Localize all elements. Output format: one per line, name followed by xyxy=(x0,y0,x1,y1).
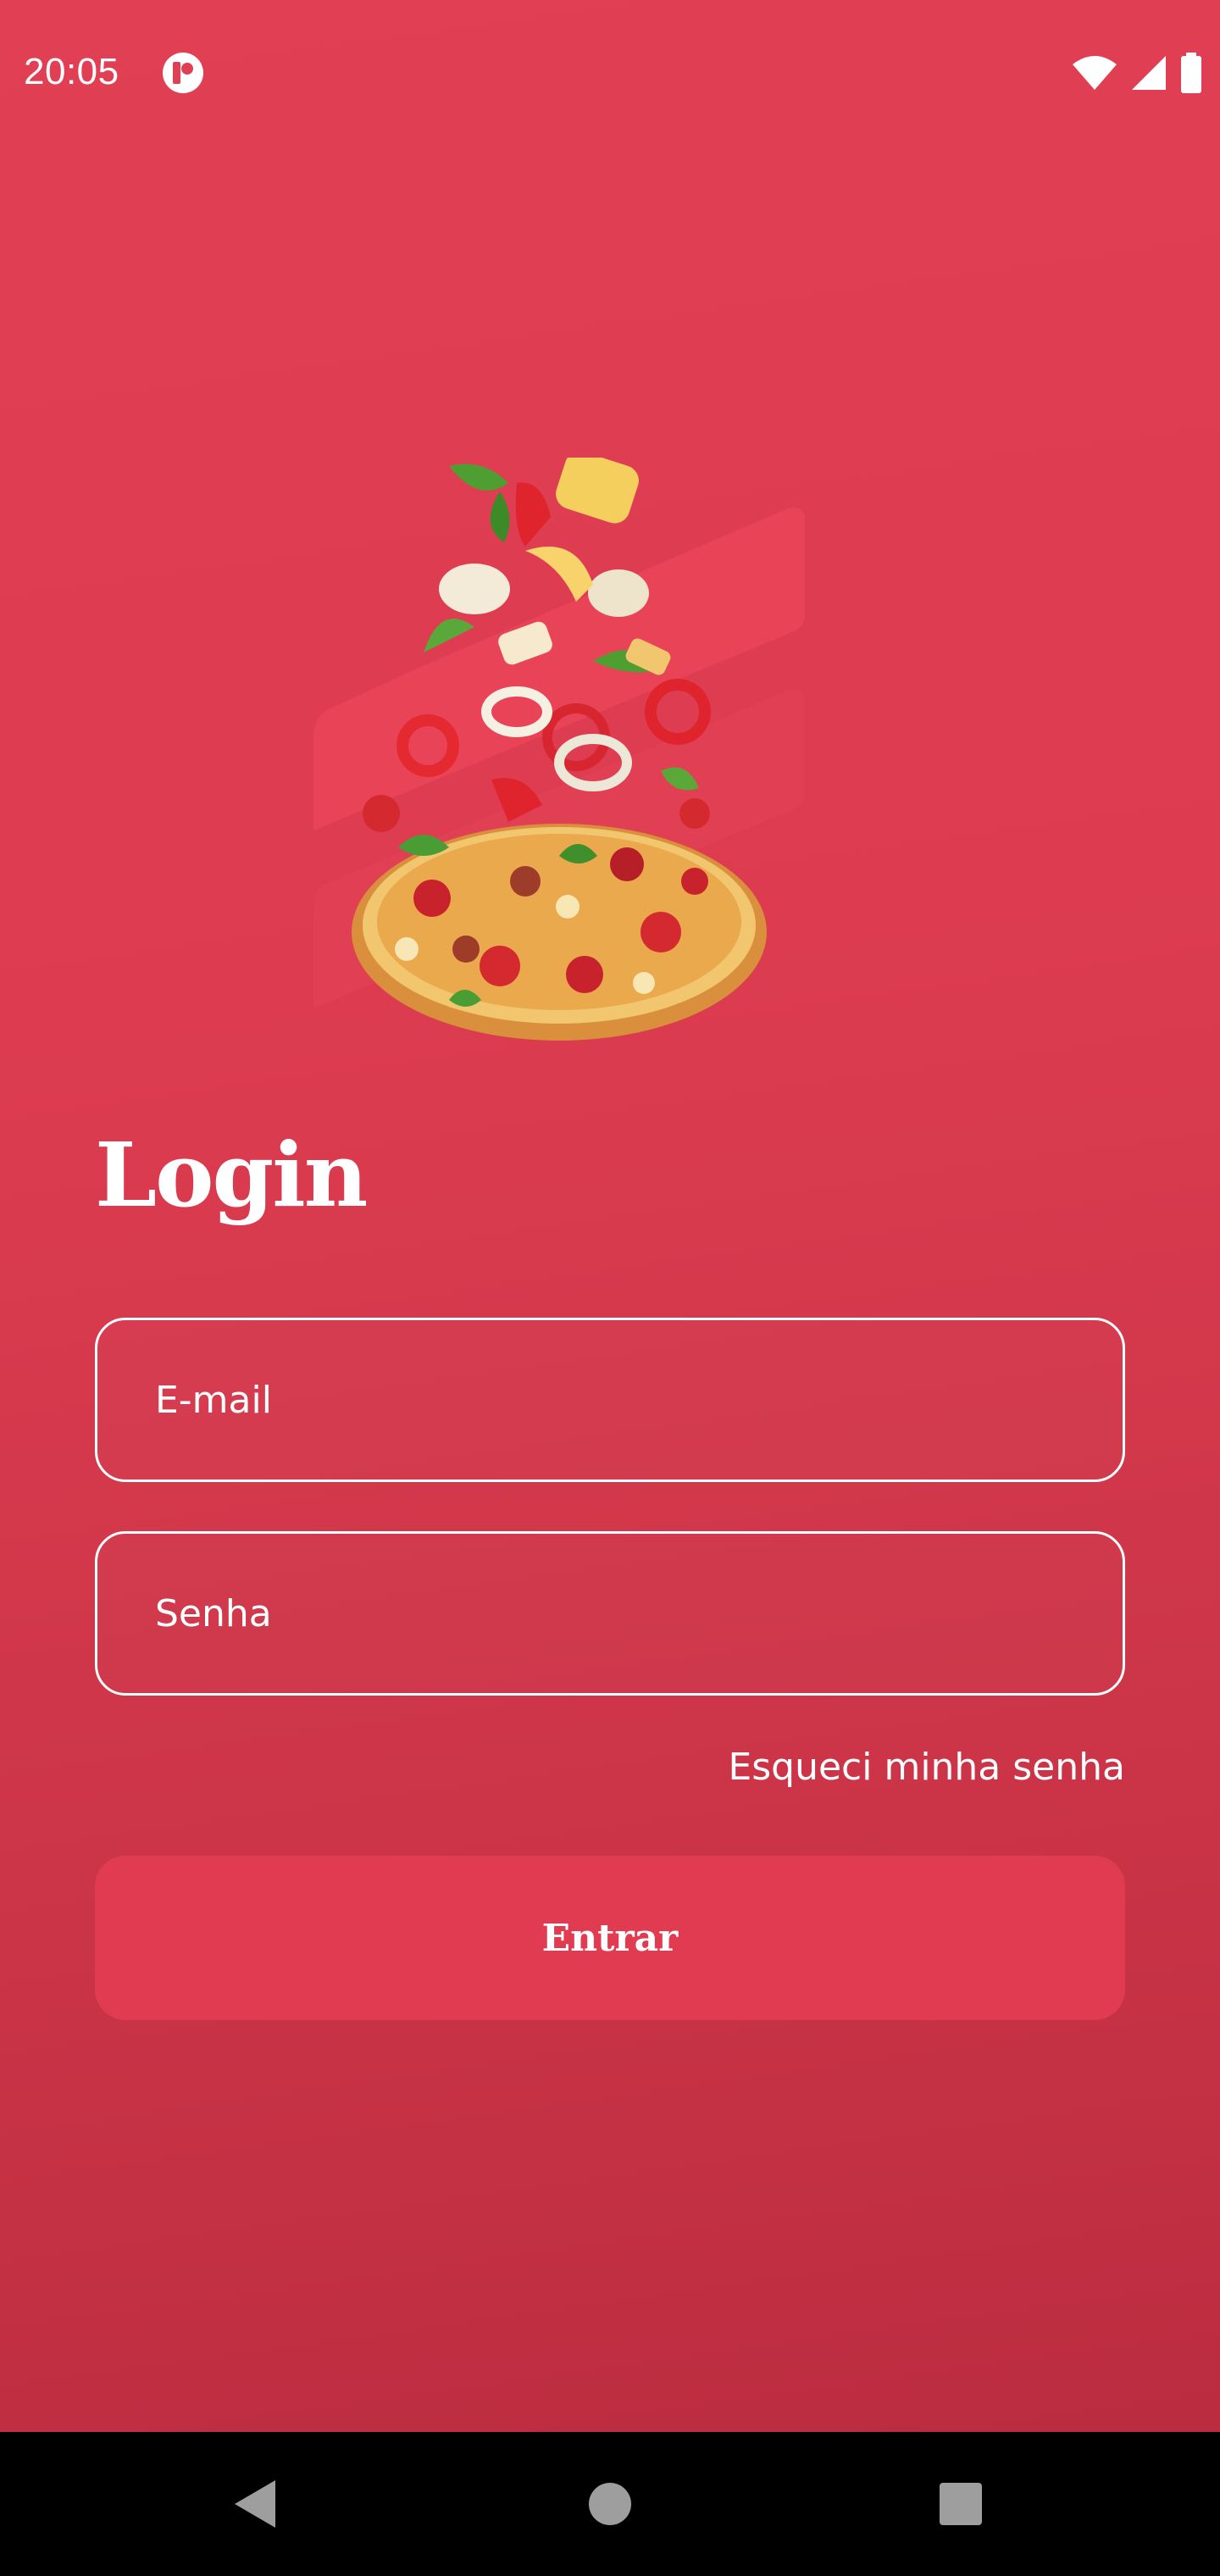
home-icon xyxy=(589,2483,631,2525)
login-screen: 20:05 Login E-mail Esqueci minha senha E… xyxy=(0,0,1220,2432)
login-button[interactable]: Entrar xyxy=(95,1856,1125,2020)
email-field[interactable] xyxy=(95,1318,1125,1482)
cellular-signal-icon xyxy=(1132,56,1166,90)
forgot-password-link[interactable]: Esqueci minha senha xyxy=(728,1746,1125,1789)
home-button[interactable] xyxy=(563,2457,657,2551)
back-icon xyxy=(235,2480,275,2528)
email-input[interactable] xyxy=(97,1320,1123,1480)
recents-button[interactable] xyxy=(914,2457,1007,2551)
notification-app-icon xyxy=(163,53,203,93)
page-title: Login xyxy=(95,1123,368,1227)
wifi-icon xyxy=(1073,56,1117,90)
battery-icon xyxy=(1181,53,1201,93)
password-field[interactable] xyxy=(95,1531,1125,1696)
password-input[interactable] xyxy=(97,1534,1123,1693)
back-button[interactable] xyxy=(208,2457,302,2551)
status-time: 20:05 xyxy=(24,51,119,92)
login-button-label: Entrar xyxy=(541,1916,679,1960)
recents-icon xyxy=(940,2483,982,2525)
flying-pizza-illustration xyxy=(313,458,805,1041)
status-icons xyxy=(1071,51,1203,95)
